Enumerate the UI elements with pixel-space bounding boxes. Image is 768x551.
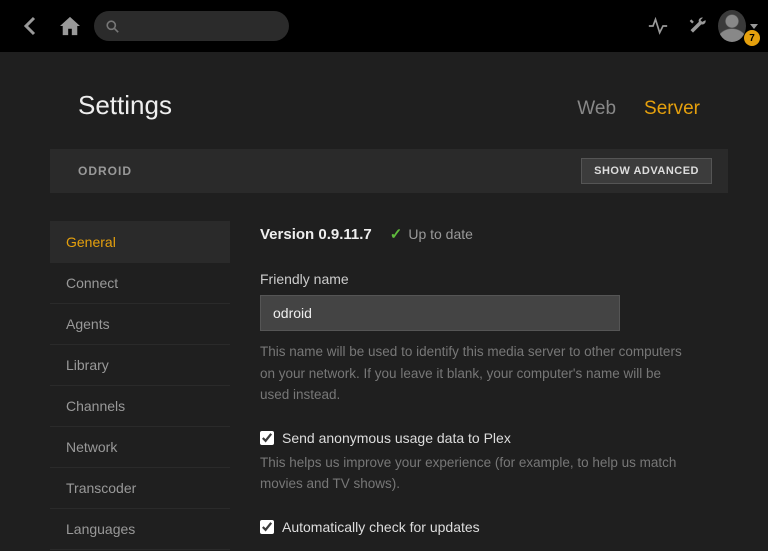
notification-badge: 7	[744, 30, 760, 46]
version-label: Version 0.9.11.7	[260, 226, 372, 243]
sidebar-item-agents[interactable]: Agents	[50, 304, 230, 345]
check-icon: ✓	[390, 225, 403, 243]
settings-panel: Version 0.9.11.7 ✓ Up to date Friendly n…	[260, 221, 718, 550]
friendly-name-label: Friendly name	[260, 271, 718, 287]
sidebar-item-network[interactable]: Network	[50, 427, 230, 468]
top-bar: 7	[0, 0, 768, 52]
sidebar-item-general[interactable]: General	[50, 221, 230, 263]
tools-button[interactable]	[678, 6, 718, 46]
auto-update-label: Automatically check for updates	[282, 519, 480, 535]
search-input[interactable]	[127, 19, 277, 34]
tab-web[interactable]: Web	[577, 98, 616, 120]
activity-button[interactable]	[638, 6, 678, 46]
settings-sidebar: General Connect Agents Library Channels …	[50, 221, 230, 550]
sidebar-item-library[interactable]: Library	[50, 345, 230, 386]
usage-data-help: This helps us improve your experience (f…	[260, 452, 690, 495]
home-button[interactable]	[50, 6, 90, 46]
server-name-label: ODROID	[78, 164, 581, 178]
friendly-name-input[interactable]	[260, 295, 620, 331]
auto-update-checkbox[interactable]	[260, 520, 274, 534]
avatar-icon	[718, 10, 746, 42]
search-icon	[106, 20, 119, 33]
usage-data-row[interactable]: Send anonymous usage data to Plex	[260, 430, 718, 446]
back-button[interactable]	[10, 6, 50, 46]
friendly-name-help: This name will be used to identify this …	[260, 341, 690, 406]
chevron-down-icon	[750, 24, 758, 29]
uptodate-label: Up to date	[408, 226, 473, 242]
sidebar-item-channels[interactable]: Channels	[50, 386, 230, 427]
show-advanced-button[interactable]: SHOW ADVANCED	[581, 158, 712, 184]
sidebar-item-languages[interactable]: Languages	[50, 509, 230, 550]
usage-data-checkbox[interactable]	[260, 431, 274, 445]
sidebar-item-transcoder[interactable]: Transcoder	[50, 468, 230, 509]
sidebar-item-connect[interactable]: Connect	[50, 263, 230, 304]
tab-server[interactable]: Server	[644, 98, 700, 120]
auto-update-row[interactable]: Automatically check for updates	[260, 519, 718, 535]
search-box[interactable]	[94, 11, 289, 41]
usage-data-label: Send anonymous usage data to Plex	[282, 430, 511, 446]
account-button[interactable]: 7	[718, 6, 758, 46]
page-title: Settings	[78, 90, 549, 121]
